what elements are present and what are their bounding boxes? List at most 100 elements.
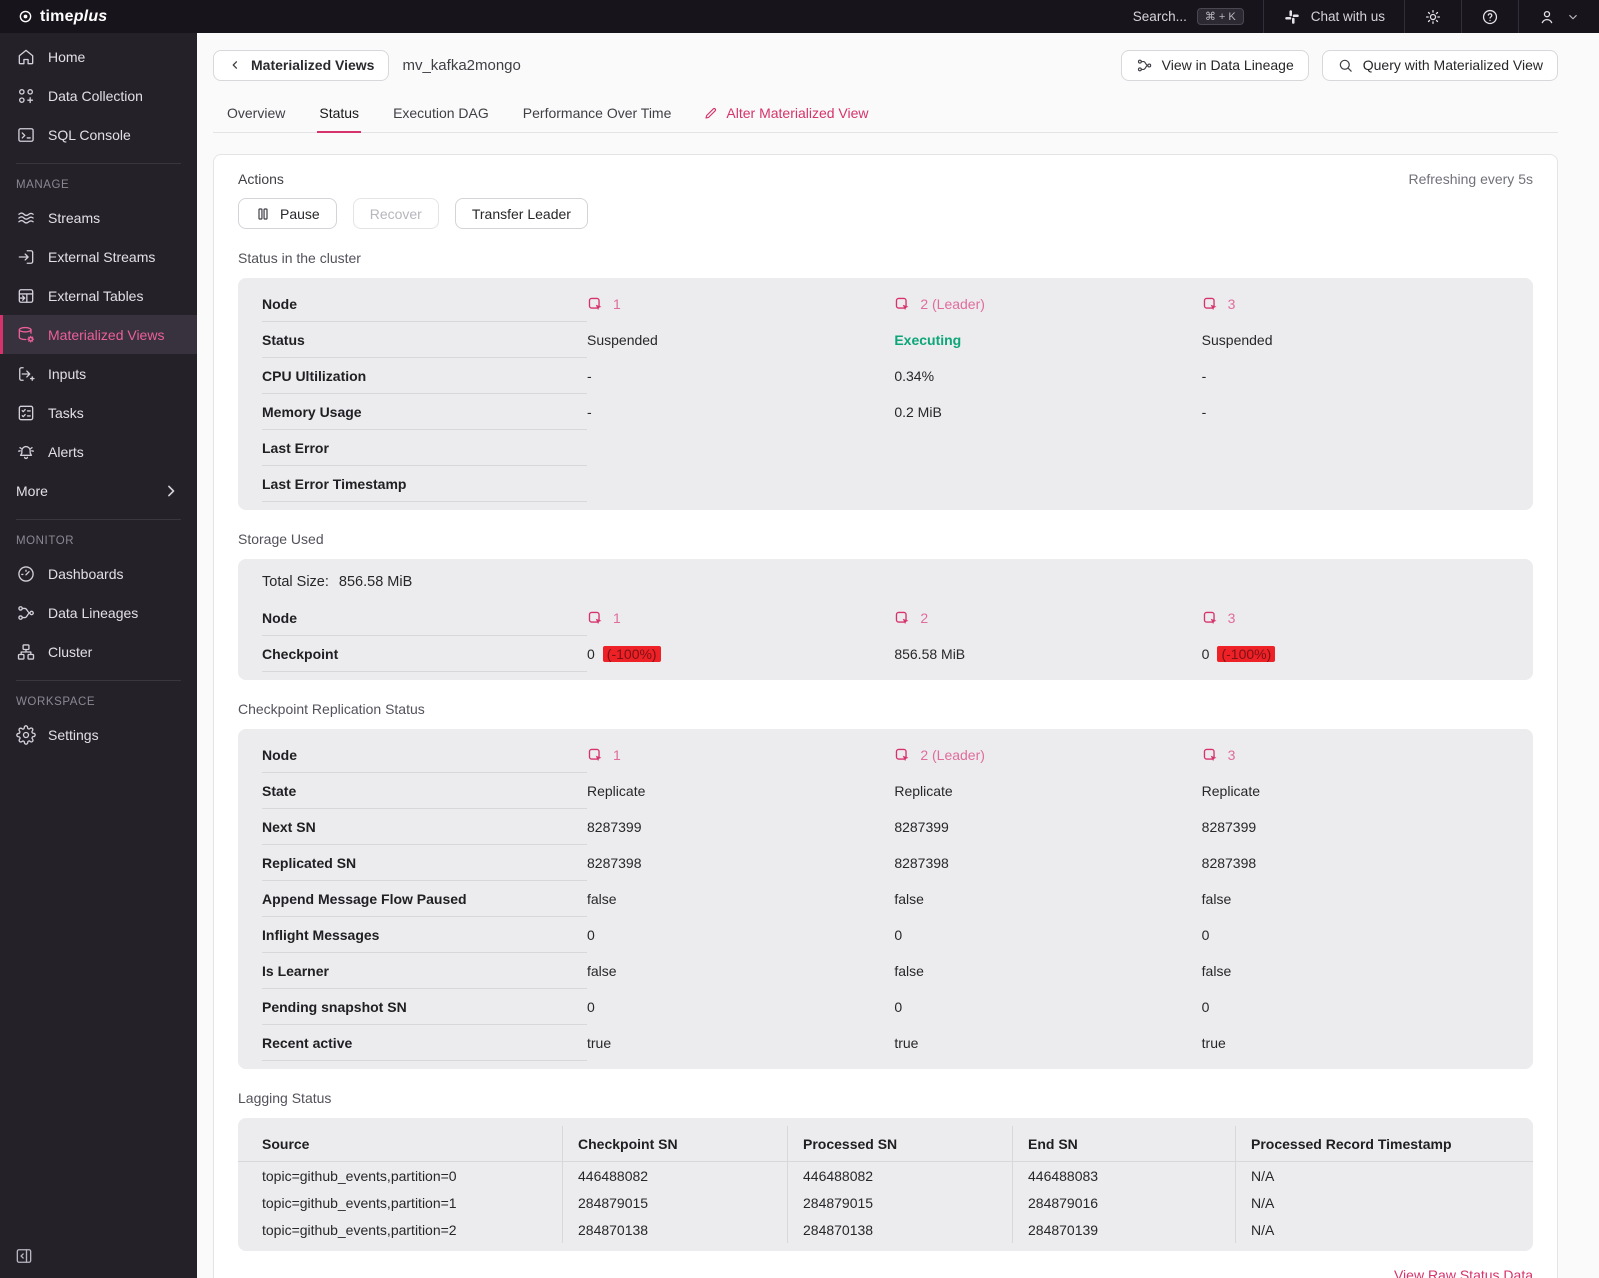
account-menu[interactable]	[1518, 0, 1599, 33]
table-cell: Suspended	[587, 332, 658, 348]
view-raw-status-data-link[interactable]: View Raw Status Data	[238, 1267, 1533, 1278]
materialized-views-icon	[16, 325, 36, 345]
help-icon	[1481, 8, 1499, 26]
tab-execution-dag[interactable]: Execution DAG	[391, 105, 491, 132]
sidebar-item-label: Data Collection	[48, 87, 143, 104]
sidebar-item-sql-console[interactable]: SQL Console	[0, 115, 197, 154]
sidebar-item-label: Alerts	[48, 443, 84, 460]
sidebar-item-cluster[interactable]: Cluster	[0, 632, 197, 671]
back-to-materialized-views-button[interactable]: Materialized Views	[213, 49, 390, 81]
data-lineages-icon	[16, 603, 36, 623]
table-cell: 1	[587, 737, 894, 773]
column-header-processed-sn: Processed SN	[787, 1126, 1012, 1162]
sidebar-item-more[interactable]: More	[0, 471, 197, 510]
tab-bar: Overview Status Execution DAG Performanc…	[213, 95, 1558, 133]
sidebar-item-external-tables[interactable]: External Tables	[0, 276, 197, 315]
collapse-sidebar-icon[interactable]	[14, 1246, 34, 1266]
node-icon	[587, 610, 604, 627]
table-cell: 0.34%	[894, 368, 935, 384]
sidebar-item-external-streams[interactable]: External Streams	[0, 237, 197, 276]
cluster-icon	[16, 642, 36, 662]
table-cell: 8287399	[1201, 819, 1257, 835]
node-label: 3	[1227, 747, 1236, 763]
sql-console-icon	[16, 125, 36, 145]
pause-button[interactable]: Pause	[238, 198, 337, 229]
row-label: CPU Ultilization	[262, 358, 587, 394]
sidebar-item-settings[interactable]: Settings	[0, 715, 197, 754]
main-content: Materialized Views mv_kafka2mongo View i…	[197, 33, 1599, 1278]
table-cell: 0 (-100%)	[1202, 636, 1509, 672]
sidebar-item-inputs[interactable]: Inputs	[0, 354, 197, 393]
alter-materialized-view-button[interactable]: Alter Materialized View	[703, 105, 869, 132]
table-cell: 284870139	[1012, 1216, 1235, 1243]
table-cell: 3	[1202, 737, 1509, 773]
sun-icon	[1424, 8, 1442, 26]
table-row: Append Message Flow Paused false false fals…	[262, 881, 1509, 917]
table-cell: false	[1201, 891, 1232, 907]
search-label: Search...	[1132, 9, 1187, 24]
tab-status[interactable]: Status	[317, 105, 361, 133]
sidebar-item-data-lineages[interactable]: Data Lineages	[0, 593, 197, 632]
table-cell: 0	[1201, 999, 1210, 1015]
user-icon	[1538, 8, 1556, 26]
streams-icon	[16, 208, 36, 228]
sidebar-item-streams[interactable]: Streams	[0, 198, 197, 237]
node-icon	[894, 610, 911, 627]
table-row: Status Suspended Executing Suspended	[262, 322, 1509, 358]
column-header-checkpoint-sn: Checkpoint SN	[562, 1126, 787, 1162]
sidebar-item-label: Data Lineages	[48, 604, 139, 621]
sidebar-item-home[interactable]: Home	[0, 37, 197, 76]
home-icon	[16, 47, 36, 67]
storage-rows: Node 1 2 3 Checkpoint 0 (-100%) 856.58 MiB 0 (-10…	[262, 600, 1509, 672]
table-cell: false	[894, 891, 924, 907]
node-icon	[894, 747, 911, 764]
checkpoint-delta-badge: (-100%)	[602, 646, 661, 662]
view-in-data-lineage-button[interactable]: View in Data Lineage	[1120, 49, 1309, 81]
table-cell: false	[1201, 963, 1232, 979]
row-label: Is Learner	[262, 953, 587, 989]
recover-button[interactable]: Recover	[352, 198, 439, 229]
node-icon	[1202, 296, 1219, 313]
table-cell: 0	[587, 927, 595, 943]
table-cell: 856.58 MiB	[894, 646, 966, 662]
table-row: Memory Usage -0.2 MiB -	[262, 394, 1509, 430]
page-header: Materialized Views mv_kafka2mongo View i…	[197, 33, 1599, 93]
table-row: Node 1 2 (Leader) 3	[262, 286, 1509, 322]
chevron-left-icon	[228, 58, 242, 72]
sidebar-item-alerts[interactable]: Alerts	[0, 432, 197, 471]
table-cell: true	[587, 1035, 612, 1051]
table-row: Inflight Messages 0 0 0	[262, 917, 1509, 953]
sidebar: Home Data Collection SQL Console MANAGE Stre…	[0, 33, 197, 1278]
sidebar-item-label: Tasks	[48, 404, 84, 421]
cluster-status-table: Node 1 2 (Leader) 3 Status Suspended Executing…	[238, 278, 1533, 510]
sidebar-item-tasks[interactable]: Tasks	[0, 393, 197, 432]
transfer-leader-button[interactable]: Transfer Leader	[454, 198, 588, 229]
checkpoint-replication-table: Node 1 2 (Leader) 3 State Replicate Replicate R…	[238, 729, 1533, 1069]
table-cell	[894, 430, 1201, 466]
chat-with-us-button[interactable]: Chat with us	[1262, 0, 1404, 33]
sidebar-item-dashboards[interactable]: Dashboards	[0, 554, 197, 593]
sidebar-item-label: Materialized Views	[48, 326, 165, 343]
table-row: Node 1 2 (Leader) 3	[262, 737, 1509, 773]
theme-toggle-button[interactable]	[1404, 0, 1461, 33]
query-with-materialized-view-button[interactable]: Query with Materialized View	[1321, 49, 1558, 81]
sidebar-item-materialized-views[interactable]: Materialized Views	[0, 315, 197, 354]
checkpoint-value: 0	[1201, 646, 1210, 662]
table-cell: topic=github_events,partition=2	[262, 1221, 457, 1238]
table-cell: 3	[1202, 286, 1509, 322]
row-label: Last Error Timestamp	[262, 466, 587, 502]
node-icon	[587, 296, 604, 313]
brand-logo[interactable]: timeplus	[0, 0, 125, 33]
sidebar-item-data-collection[interactable]: Data Collection	[0, 76, 197, 115]
row-label: Pending snapshot SN	[262, 989, 587, 1025]
row-label: Next SN	[262, 809, 587, 845]
tab-overview[interactable]: Overview	[225, 105, 287, 132]
table-cell: 284879015	[787, 1189, 1012, 1216]
inputs-icon	[16, 364, 36, 384]
tab-performance-over-time[interactable]: Performance Over Time	[521, 105, 674, 132]
node-label: 3	[1227, 610, 1236, 626]
search-button[interactable]: Search... ⌘ + K	[1114, 0, 1263, 33]
help-button[interactable]	[1461, 0, 1518, 33]
table-cell: Replicate	[894, 783, 953, 799]
row-label: Node	[262, 286, 587, 322]
